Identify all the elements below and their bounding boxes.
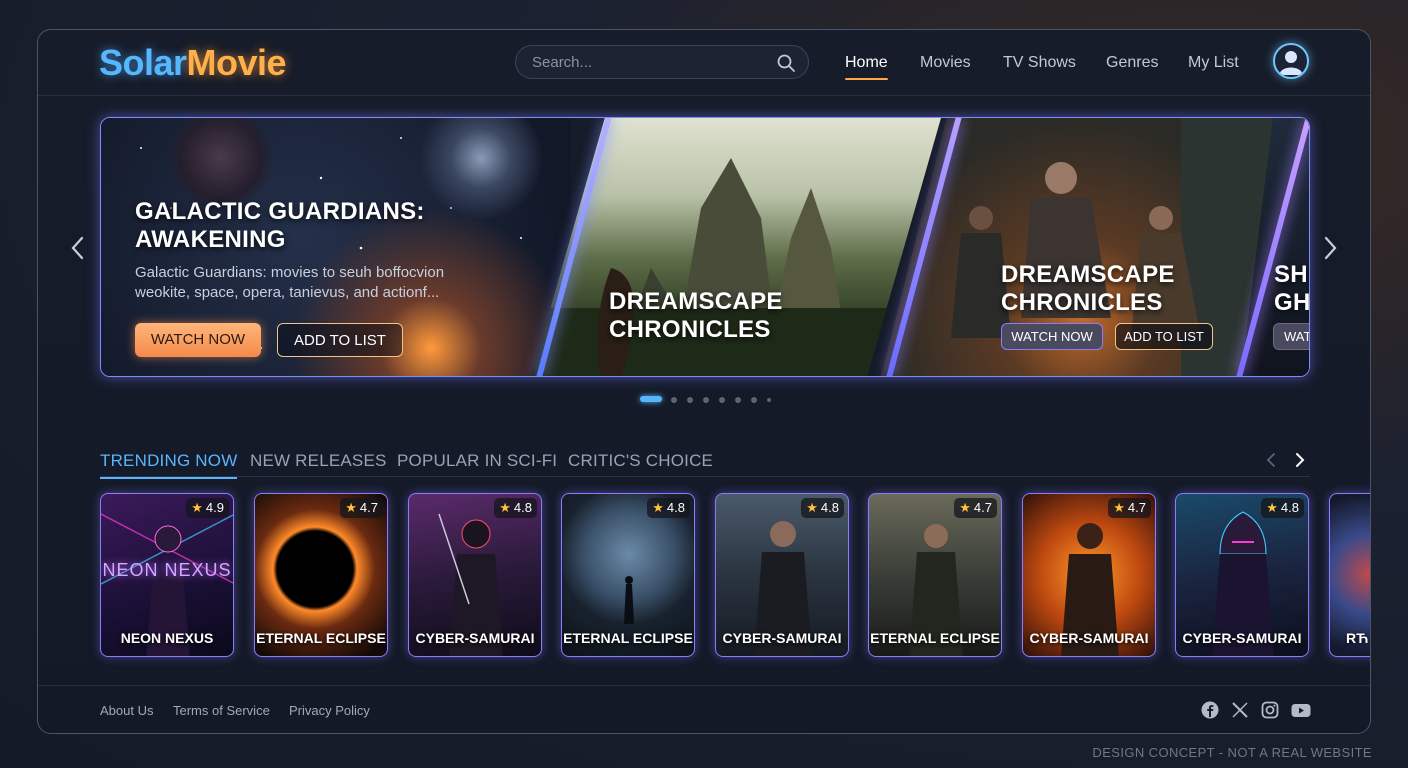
rating-value: 4.7	[973, 500, 992, 515]
watch-now-button-small[interactable]: WATCH NOW	[1001, 323, 1103, 350]
footer-link-terms[interactable]: Terms of Service	[173, 703, 270, 718]
movie-card[interactable]: ★ 4.8 CYBER-SAMURAI	[715, 493, 849, 657]
app-window: SolarMovie Home Movies TV Shows Genres M…	[37, 29, 1371, 734]
pagination-dot[interactable]	[719, 397, 725, 403]
search-input[interactable]	[532, 54, 762, 71]
hero-prev-arrow-icon[interactable]	[68, 235, 88, 261]
rating-value: 4.8	[513, 500, 532, 515]
tab-trending-now[interactable]: TRENDING NOW	[100, 451, 238, 479]
logo-part-solar: Solar	[99, 42, 187, 83]
watch-now-button-partial[interactable]: WAT	[1273, 323, 1309, 350]
search-icon[interactable]	[776, 53, 796, 73]
movie-card-title: ETERNAL ECLIPSE	[256, 630, 386, 646]
movie-card[interactable]: ★ 4.8 ETERNAL ECLIPSE	[561, 493, 695, 657]
pagination-dot[interactable]	[703, 397, 709, 403]
logo-part-movie: Movie	[186, 42, 287, 83]
poster-overlay-text: NEON NEXUS	[102, 560, 232, 580]
hero-slide-dreamscape-landscape[interactable]: DREAMSCAPE CHRONICLES	[531, 118, 941, 376]
star-icon: ★	[806, 500, 818, 515]
footer-link-privacy[interactable]: Privacy Policy	[289, 703, 370, 718]
add-to-list-button-small[interactable]: ADD TO LIST	[1115, 323, 1213, 350]
rating-value: 4.9	[205, 500, 224, 515]
star-icon: ★	[959, 500, 971, 515]
nav-home[interactable]: Home	[845, 54, 888, 80]
tab-new-releases[interactable]: NEW RELEASES	[250, 451, 387, 471]
movie-card-title: ETERNAL ECLIPSE	[563, 630, 693, 646]
x-icon[interactable]	[1230, 700, 1250, 720]
pagination-dot[interactable]	[751, 397, 757, 403]
pagination-dot[interactable]	[767, 398, 771, 402]
nav-genres[interactable]: Genres	[1106, 54, 1158, 72]
add-to-list-button[interactable]: ADD TO LIST	[277, 323, 403, 357]
nav-movies[interactable]: Movies	[920, 54, 971, 72]
site-header: SolarMovie Home Movies TV Shows Genres M…	[38, 30, 1370, 96]
movie-card[interactable]: ★ 4.7 ETERNAL ECLIPSE	[868, 493, 1002, 657]
star-icon: ★	[1113, 500, 1125, 515]
rating-badge: ★ 4.9	[186, 498, 229, 518]
hero-title: GALACTIC GUARDIANS: AWAKENING	[135, 198, 425, 253]
movie-card-title: CYBER-SAMURAI	[1029, 630, 1149, 646]
rating-value: 4.8	[820, 500, 839, 515]
instagram-icon[interactable]	[1260, 700, 1280, 720]
site-logo[interactable]: SolarMovie	[99, 42, 287, 84]
star-icon: ★	[652, 500, 664, 515]
movie-card-title: NEON NEXUS	[120, 630, 214, 646]
rating-badge: ★ 4.7	[954, 498, 997, 518]
row-prev-arrow-icon[interactable]	[1263, 451, 1279, 469]
hero-title-2: DREAMSCAPE CHRONICLES	[609, 288, 783, 343]
watch-now-button[interactable]: WATCH NOW	[135, 323, 261, 357]
tab-critics-choice[interactable]: CRITIC'S CHOICE	[568, 451, 713, 471]
rating-value: 4.7	[359, 500, 378, 515]
nav-my-list[interactable]: My List	[1188, 54, 1239, 72]
star-icon: ★	[345, 500, 357, 515]
rating-value: 4.7	[1127, 500, 1146, 515]
pagination-dot[interactable]	[735, 397, 741, 403]
hero-title-3: DREAMSCAPE CHRONICLES	[1001, 261, 1175, 316]
search-bar	[515, 45, 809, 79]
footer-link-about-us[interactable]: About Us	[100, 703, 153, 718]
movie-card-partial[interactable]: RЋ	[1329, 493, 1370, 657]
movie-card[interactable]: NEON NEXUS ★ 4.9 NEON NEXUS	[100, 493, 234, 657]
pagination-dot[interactable]	[671, 397, 677, 403]
movie-card-title: RЋ	[1346, 630, 1369, 646]
pagination-dot-active[interactable]	[640, 396, 662, 402]
star-icon: ★	[191, 500, 203, 515]
rating-badge: ★ 4.8	[494, 498, 537, 518]
youtube-icon[interactable]	[1290, 700, 1312, 720]
facebook-icon[interactable]	[1200, 700, 1220, 720]
pagination-dot[interactable]	[687, 397, 693, 403]
rating-badge: ★ 4.8	[801, 498, 844, 518]
star-icon: ★	[1266, 500, 1278, 515]
hero-carousel: GALACTIC GUARDIANS: AWAKENING Galactic G…	[100, 117, 1310, 377]
rating-badge: ★ 4.7	[1108, 498, 1151, 518]
movie-card[interactable]: ★ 4.8 CYBER-SAMURAI	[408, 493, 542, 657]
footer-divider	[38, 685, 1370, 686]
movie-card-title: CYBER-SAMURAI	[1182, 630, 1302, 646]
movie-card[interactable]: ★ 4.7 CYBER-SAMURAI	[1022, 493, 1156, 657]
hero-slide-galactic-guardians[interactable]: GALACTIC GUARDIANS: AWAKENING Galactic G…	[101, 118, 571, 376]
movie-card[interactable]: ★ 4.8 CYBER-SAMURAI	[1175, 493, 1309, 657]
rating-badge: ★ 4.7	[340, 498, 383, 518]
user-avatar[interactable]	[1273, 43, 1309, 79]
movie-card[interactable]: ★ 4.7 ETERNAL ECLIPSE	[254, 493, 388, 657]
user-icon	[1279, 51, 1303, 75]
nav-tv-shows[interactable]: TV Shows	[1003, 54, 1076, 72]
hero-next-arrow-icon[interactable]	[1320, 235, 1340, 261]
star-icon: ★	[499, 500, 511, 515]
design-disclaimer: DESIGN CONCEPT - NOT A REAL WEBSITE	[1092, 745, 1372, 760]
movie-card-title: ETERNAL ECLIPSE	[870, 630, 1000, 646]
rating-badge: ★ 4.8	[647, 498, 690, 518]
tab-popular-in-sci-fi[interactable]: POPULAR IN SCI-FI	[397, 451, 557, 471]
movie-card-title: CYBER-SAMURAI	[415, 630, 535, 646]
tabs-divider	[100, 476, 1310, 477]
rating-badge: ★ 4.8	[1261, 498, 1304, 518]
movie-card-title: CYBER-SAMURAI	[722, 630, 842, 646]
rating-value: 4.8	[1280, 500, 1299, 515]
hero-description: Galactic Guardians: movies to seuh boffo…	[135, 264, 445, 301]
hero-title-4: SH GH	[1274, 261, 1310, 316]
rating-value: 4.8	[666, 500, 685, 515]
row-next-arrow-icon[interactable]	[1292, 451, 1308, 469]
